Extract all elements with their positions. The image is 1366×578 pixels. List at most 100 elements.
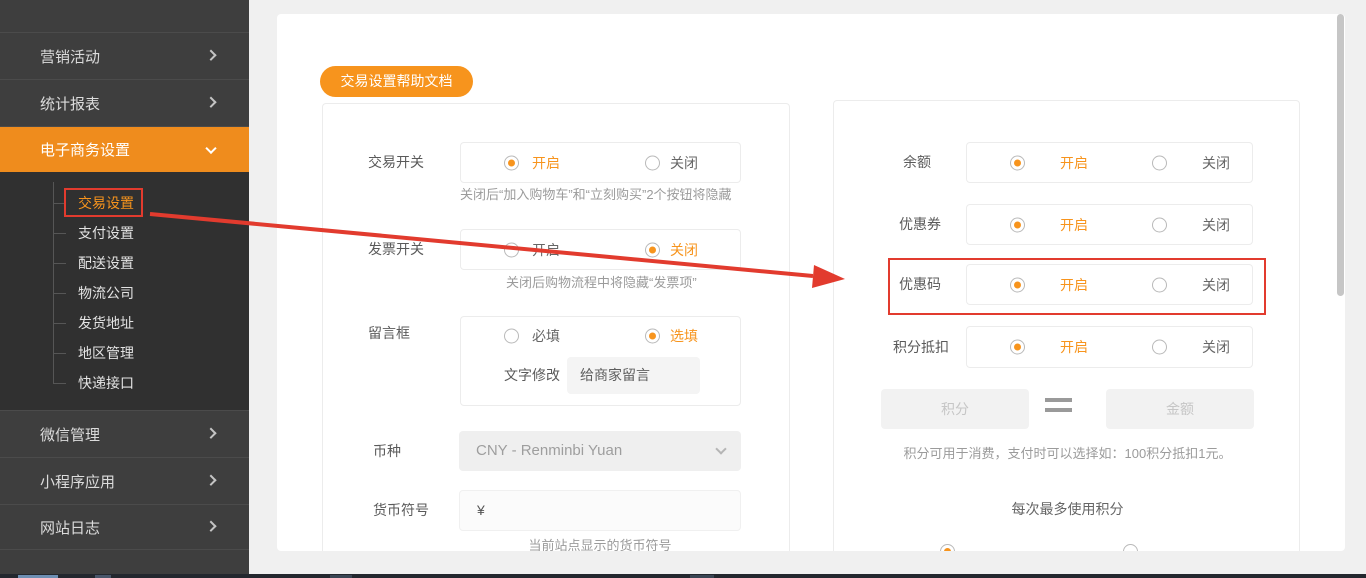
radio-off[interactable] (1152, 217, 1167, 232)
radio-on[interactable] (1010, 277, 1025, 292)
invoice-switch-helper: 关闭后购物流程中将隐藏“发票项” (506, 275, 697, 290)
tree-tick (53, 203, 66, 204)
sidebar: 营销活动 统计报表 电子商务设置 交易设置 支付设置 配送设置 物流公司 发货地… (0, 0, 249, 574)
equals-icon (1045, 398, 1072, 412)
chevron-down-icon (205, 142, 217, 154)
radio-off[interactable] (1152, 155, 1167, 170)
promo-code-label: 优惠码 (899, 276, 941, 292)
trade-switch-radio-group: 开启 关闭 (460, 142, 741, 183)
message-box-label: 留言框 (368, 325, 410, 341)
radio-off-label: 关闭 (1202, 216, 1230, 233)
chevron-right-icon (205, 427, 217, 439)
radio-required[interactable] (504, 328, 519, 343)
radio-on-label: 开启 (1060, 154, 1088, 171)
radio-on-label: 开启 (1060, 216, 1088, 233)
sidebar-item-region-management[interactable]: 地区管理 (78, 345, 134, 361)
radio-off[interactable] (1152, 277, 1167, 292)
sidebar-item-reports[interactable]: 统计报表 (0, 80, 249, 127)
sidebar-item-shipping-address[interactable]: 发货地址 (78, 315, 134, 331)
message-text-input[interactable]: 给商家留言 (567, 357, 700, 394)
radio-on[interactable] (504, 242, 519, 257)
chevron-right-icon (205, 96, 217, 108)
sidebar-item-marketing[interactable]: 营销活动 (0, 33, 249, 80)
trade-settings-help-button[interactable]: 交易设置帮助文档 (320, 66, 473, 97)
tree-tick (53, 233, 66, 234)
tree-tick (53, 323, 66, 324)
tree-tick (53, 383, 66, 384)
radio-optional-label: 选填 (670, 327, 698, 344)
sidebar-item-ecommerce-settings[interactable]: 电子商务设置 (0, 127, 249, 172)
radio-off-label: 关闭 (670, 241, 698, 258)
text-edit-label: 文字修改 (504, 367, 560, 383)
radio-optional[interactable] (645, 328, 660, 343)
message-box-group: 必填 选填 文字修改 给商家留言 (460, 316, 741, 406)
sidebar-item-label: 微信管理 (40, 426, 101, 444)
radio-off-label: 关闭 (1202, 154, 1230, 171)
radio-off-label: 关闭 (1202, 276, 1230, 293)
points-deduction-label: 积分抵扣 (893, 339, 949, 355)
invoice-switch-label: 发票开关 (368, 241, 424, 257)
tree-tick (53, 353, 66, 354)
page: 营销活动 统计报表 电子商务设置 交易设置 支付设置 配送设置 物流公司 发货地… (0, 0, 1366, 578)
currency-symbol-helper: 当前站点显示的货币符号 (528, 538, 672, 552)
chevron-right-icon (205, 49, 217, 61)
trade-switch-label: 交易开关 (368, 154, 424, 170)
balance-label: 余额 (903, 154, 931, 170)
sidebar-item-label: 营销活动 (40, 48, 101, 66)
sidebar-item-label: 电子商务设置 (40, 142, 131, 159)
radio-off-label: 关闭 (670, 154, 698, 171)
bottom-edge-bar (0, 574, 1366, 578)
points-input[interactable]: 积分 (881, 389, 1029, 429)
radio-on[interactable] (1010, 155, 1025, 170)
coupon-radio-group: 开启 关闭 (966, 204, 1253, 245)
sidebar-item-miniprogram[interactable]: 小程序应用 (0, 458, 249, 505)
radio-off[interactable] (1152, 339, 1167, 355)
sidebar-item-site-logs[interactable]: 网站日志 (0, 505, 249, 550)
discount-settings-card: 余额 开启 关闭 优惠券 开启 关闭 优惠码 开启 关闭 积分抵扣 开启 关闭 … (833, 100, 1300, 551)
radio-on-label: 开启 (532, 154, 560, 171)
sidebar-item-payment-settings[interactable]: 支付设置 (78, 225, 134, 241)
message-box-radio-row: 必填 选填 (461, 317, 742, 354)
sidebar-submenu: 交易设置 支付设置 配送设置 物流公司 发货地址 地区管理 快递接口 (0, 172, 249, 411)
radio-fixed-value[interactable] (940, 544, 955, 551)
max-points-title: 每次最多使用积分 (1011, 501, 1124, 517)
sidebar-item-label: 网站日志 (40, 519, 101, 537)
radio-on[interactable] (1010, 217, 1025, 232)
promo-code-radio-group: 开启 关闭 (966, 264, 1253, 305)
trade-settings-card: 交易开关 开启 关闭 关闭后“加入购物车”和“立刻购买”2个按钮将隐藏 发票开关… (322, 103, 790, 551)
tree-tick (53, 263, 66, 264)
currency-select[interactable]: CNY - Renminbi Yuan (459, 431, 741, 471)
currency-symbol-input[interactable]: ¥ (459, 490, 741, 531)
radio-on-label: 开启 (1060, 276, 1088, 293)
sidebar-item-express-api[interactable]: 快递接口 (78, 375, 134, 391)
chevron-right-icon (205, 474, 217, 486)
coupon-label: 优惠券 (899, 216, 941, 232)
radio-required-label: 必填 (532, 327, 560, 344)
vertical-scrollbar-thumb[interactable] (1337, 14, 1344, 296)
radio-on[interactable] (504, 155, 519, 170)
chevron-right-icon (205, 520, 217, 532)
trade-switch-helper: 关闭后“加入购物车”和“立刻购买”2个按钮将隐藏 (460, 187, 732, 202)
invoice-switch-radio-group: 开启 关闭 (460, 229, 741, 270)
sidebar-item-partial (0, 0, 249, 33)
sidebar-item-label: 小程序应用 (40, 473, 116, 491)
sidebar-item-logistics-company[interactable]: 物流公司 (78, 285, 134, 301)
radio-off[interactable] (645, 242, 660, 257)
radio-off-label: 关闭 (1202, 339, 1230, 355)
currency-label: 币种 (373, 443, 401, 459)
tree-tick (53, 293, 66, 294)
radio-on-label: 开启 (532, 241, 560, 258)
amount-input[interactable]: 金额 (1106, 389, 1254, 429)
sidebar-item-label: 统计报表 (40, 95, 101, 113)
radio-on[interactable] (1010, 339, 1025, 355)
radio-on-label: 开启 (1060, 339, 1088, 355)
sidebar-item-trade-settings[interactable]: 交易设置 (78, 195, 134, 211)
main-panel: 交易设置帮助文档 交易开关 开启 关闭 关闭后“加入购物车”和“立刻购买”2个按… (277, 14, 1345, 551)
radio-off[interactable] (645, 155, 660, 170)
chevron-down-icon (715, 443, 727, 455)
sidebar-item-wechat[interactable]: 微信管理 (0, 411, 249, 458)
sidebar-item-delivery-settings[interactable]: 配送设置 (78, 255, 134, 271)
currency-select-value: CNY - Renminbi Yuan (476, 442, 623, 459)
radio-ratio-value[interactable] (1123, 544, 1138, 551)
currency-symbol-label: 货币符号 (373, 502, 429, 518)
